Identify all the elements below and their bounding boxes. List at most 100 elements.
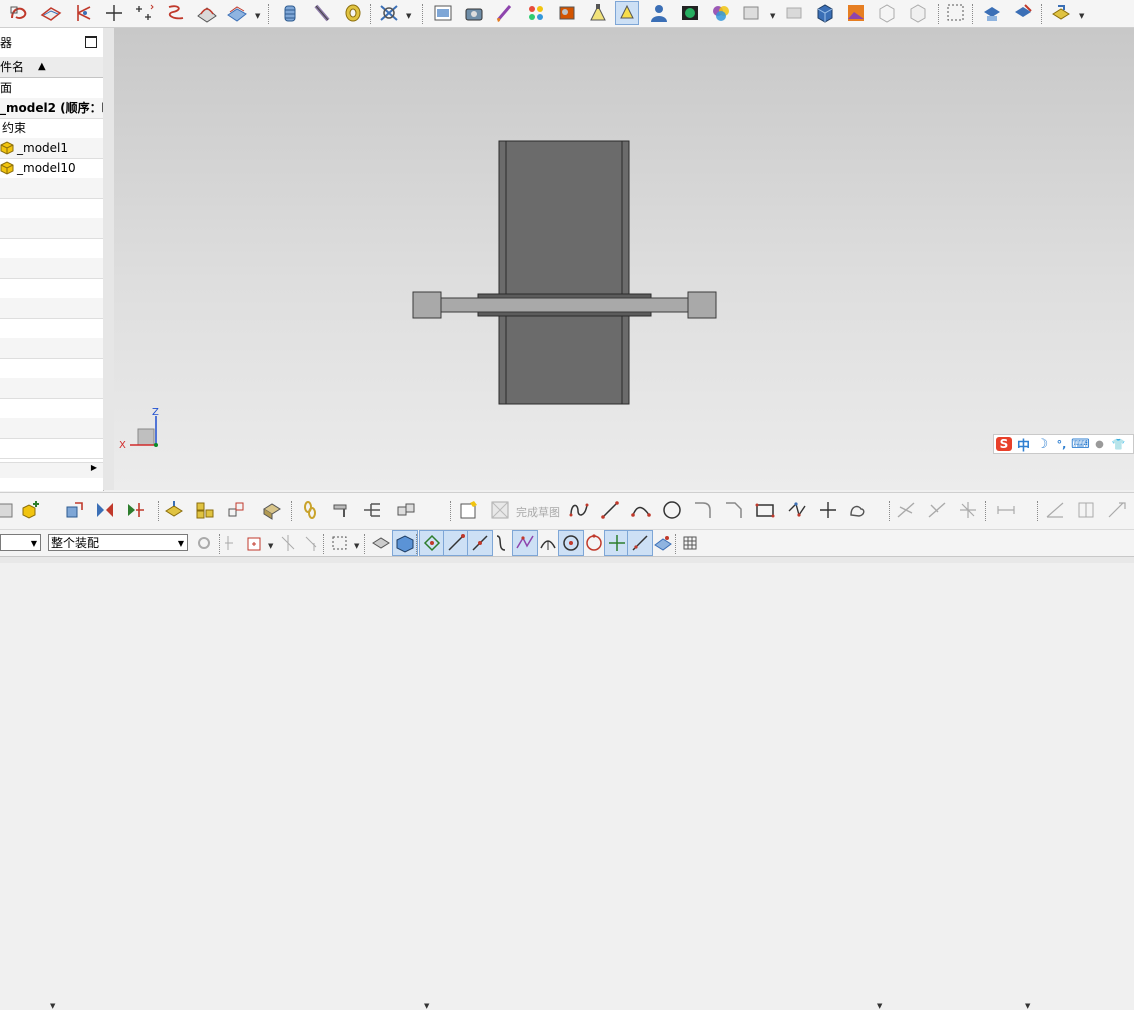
auto-constrain-icon[interactable] bbox=[1105, 498, 1129, 522]
tree-row-model1[interactable]: _model1 bbox=[0, 138, 103, 159]
datum-plane-icon[interactable] bbox=[72, 2, 94, 24]
rectangle-icon[interactable] bbox=[753, 498, 777, 522]
image-icon[interactable] bbox=[845, 2, 867, 24]
surface-icon[interactable] bbox=[40, 2, 62, 24]
explode-view-icon[interactable] bbox=[162, 498, 186, 522]
skin-icon[interactable]: 👕 bbox=[1109, 438, 1128, 451]
rectangle-select-icon[interactable] bbox=[328, 531, 352, 555]
snap-tangent-icon[interactable] bbox=[536, 531, 560, 555]
chamfer-icon[interactable] bbox=[722, 498, 746, 522]
dimension-icon[interactable] bbox=[994, 498, 1018, 522]
end-block-right[interactable] bbox=[687, 291, 717, 319]
type-filter-dropdown[interactable]: ▼ bbox=[0, 534, 41, 551]
tangent-point-icon[interactable] bbox=[300, 531, 324, 555]
snap-intersection-icon[interactable] bbox=[512, 530, 538, 556]
vertical-plate[interactable] bbox=[498, 140, 630, 405]
routing-icon[interactable] bbox=[378, 2, 400, 24]
spotlight-icon[interactable] bbox=[587, 2, 609, 24]
chevron-down-icon[interactable]: ▼ bbox=[354, 542, 359, 550]
sketch-curve-icon[interactable] bbox=[8, 2, 30, 24]
snap-feature-icon[interactable] bbox=[221, 531, 245, 555]
part-view-icon[interactable] bbox=[981, 2, 1003, 24]
snap-quadrant-icon[interactable] bbox=[582, 531, 606, 555]
offset-curve-icon[interactable] bbox=[846, 498, 870, 522]
point-set-icon[interactable] bbox=[134, 2, 156, 24]
intersection-point-icon[interactable] bbox=[276, 531, 300, 555]
tree-row-constraints[interactable]: 约束 bbox=[0, 118, 103, 139]
point-icon[interactable] bbox=[816, 498, 840, 522]
quick-trim-icon[interactable] bbox=[894, 498, 918, 522]
wireframe-cube-icon[interactable] bbox=[876, 2, 898, 24]
select-component-icon[interactable] bbox=[369, 531, 393, 555]
light-icon[interactable] bbox=[615, 1, 639, 25]
cube-icon[interactable] bbox=[814, 2, 836, 24]
snap-midpoint-icon[interactable] bbox=[443, 530, 469, 556]
tree-row-section[interactable]: 面 bbox=[0, 78, 103, 99]
add-component-icon[interactable] bbox=[19, 498, 43, 522]
snap-curve-icon[interactable] bbox=[490, 531, 514, 555]
color-palette-icon[interactable] bbox=[710, 2, 732, 24]
ime-logo[interactable]: S bbox=[996, 437, 1012, 451]
maximize-icon[interactable] bbox=[85, 36, 97, 48]
fastener-icon[interactable] bbox=[329, 498, 353, 522]
horizontal-scrollbar[interactable]: ▶ bbox=[0, 462, 103, 478]
ime-toolbar[interactable]: S 中 ☽ °, ⌨ ● 👕 bbox=[993, 434, 1134, 454]
chevron-down-icon[interactable]: ▼ bbox=[424, 1002, 429, 1010]
quick-pick-icon[interactable] bbox=[678, 531, 702, 555]
geometric-constraint-icon[interactable] bbox=[1043, 498, 1067, 522]
tree-row-model10[interactable]: _model10 bbox=[0, 158, 103, 179]
selection-scope-dropdown[interactable]: 整个装配 ▼ bbox=[48, 534, 188, 551]
finish-sketch-label[interactable]: 完成草图 bbox=[516, 504, 560, 520]
chevron-down-icon[interactable]: ▼ bbox=[770, 12, 775, 20]
quick-extend-icon[interactable] bbox=[925, 498, 949, 522]
assembly-icon[interactable] bbox=[1050, 2, 1072, 24]
circle-icon[interactable] bbox=[660, 498, 684, 522]
chevron-down-icon[interactable]: ▼ bbox=[406, 12, 411, 20]
make-corner-icon[interactable] bbox=[956, 498, 980, 522]
snap-existing-point-icon[interactable] bbox=[604, 530, 630, 556]
arc-icon[interactable] bbox=[629, 498, 653, 522]
cylinder-icon[interactable] bbox=[279, 2, 301, 24]
link-icon[interactable] bbox=[298, 498, 322, 522]
ime-language-toggle[interactable]: 中 bbox=[1014, 435, 1033, 454]
shaded-view-icon[interactable] bbox=[783, 2, 805, 24]
bom-icon[interactable] bbox=[360, 498, 384, 522]
offset-curve-icon[interactable] bbox=[226, 2, 248, 24]
point-icon[interactable] bbox=[103, 2, 125, 24]
keyboard-icon[interactable]: ⌨ bbox=[1071, 437, 1090, 452]
snap-arc-center-icon[interactable] bbox=[558, 530, 584, 556]
moon-icon[interactable]: ☽ bbox=[1033, 437, 1052, 452]
snap-point-on-surface-icon[interactable] bbox=[651, 531, 675, 555]
assembly-constraints-icon[interactable] bbox=[124, 498, 148, 522]
camera-icon[interactable] bbox=[463, 2, 485, 24]
user-icon[interactable]: ● bbox=[1090, 439, 1109, 450]
material-palette-icon[interactable] bbox=[525, 2, 547, 24]
tree-row-model2[interactable]: _model2 (顺序：时 bbox=[0, 98, 103, 119]
chevron-down-icon[interactable]: ▼ bbox=[877, 1002, 882, 1010]
user-icon[interactable] bbox=[648, 2, 670, 24]
marquee-select-icon[interactable] bbox=[945, 2, 967, 24]
punctuation-toggle[interactable]: °, bbox=[1052, 438, 1071, 451]
profile-icon[interactable] bbox=[567, 498, 591, 522]
drawing-sheet-icon[interactable] bbox=[432, 2, 454, 24]
assembly-sequence-icon[interactable] bbox=[260, 498, 284, 522]
shaft[interactable] bbox=[439, 297, 689, 313]
polygon-icon[interactable] bbox=[785, 498, 809, 522]
scroll-right-icon[interactable]: ▶ bbox=[91, 463, 97, 472]
check-clearance-icon[interactable] bbox=[394, 498, 418, 522]
scene-icon[interactable] bbox=[679, 2, 701, 24]
chevron-down-icon[interactable]: ▼ bbox=[268, 542, 273, 550]
line-icon[interactable] bbox=[598, 498, 622, 522]
fillet-icon[interactable] bbox=[691, 498, 715, 522]
filter-settings-icon[interactable] bbox=[192, 531, 216, 555]
snap-endpoint-icon[interactable] bbox=[419, 530, 445, 556]
chevron-down-icon[interactable]: ▼ bbox=[50, 1002, 55, 1010]
helix-icon[interactable] bbox=[165, 2, 187, 24]
render-brush-icon[interactable] bbox=[494, 2, 516, 24]
column-header-part-name[interactable]: 件名 ▲ bbox=[0, 57, 103, 78]
law-curve-icon[interactable] bbox=[196, 2, 218, 24]
finish-sketch-icon[interactable] bbox=[488, 498, 512, 522]
washer-icon[interactable] bbox=[342, 2, 364, 24]
chevron-down-icon[interactable]: ▼ bbox=[255, 12, 260, 20]
texture-icon[interactable] bbox=[556, 2, 578, 24]
